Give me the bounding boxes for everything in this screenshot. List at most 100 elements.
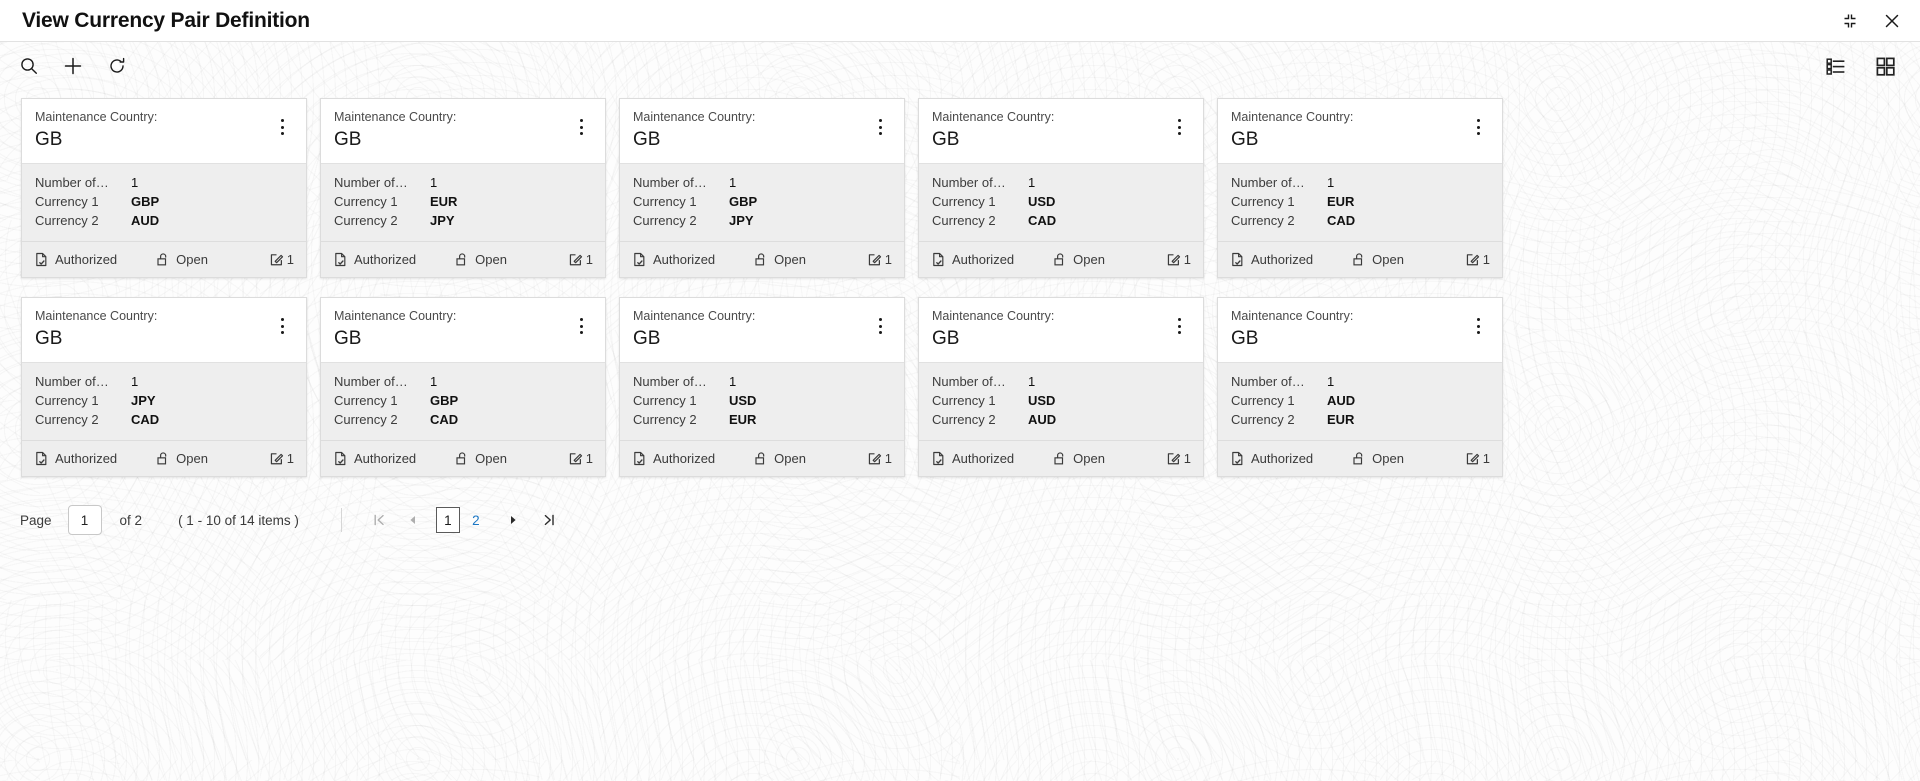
- document-check-icon: [335, 253, 346, 267]
- more-options-button[interactable]: [1467, 114, 1489, 140]
- record-lock-status[interactable]: Open: [1351, 451, 1404, 466]
- currency-pair-card[interactable]: Maintenance Country: GB Number of… 1 Currenc…: [21, 297, 307, 478]
- record-lock-status[interactable]: Open: [1052, 252, 1105, 267]
- more-options-icon: [280, 119, 284, 122]
- currency-pair-card[interactable]: Maintenance Country: GB Number of… 1 Currenc…: [1217, 98, 1503, 279]
- record-lock-status-label: Open: [176, 252, 208, 268]
- more-options-button[interactable]: [1168, 114, 1190, 140]
- more-options-button[interactable]: [570, 114, 592, 140]
- field-label: Currency 2: [334, 212, 398, 228]
- page-number-input[interactable]: [67, 505, 102, 536]
- modification-number[interactable]: 1: [867, 252, 892, 267]
- authorization-status[interactable]: Authorized: [34, 252, 117, 267]
- refresh-button[interactable]: [100, 49, 134, 83]
- card-header: Maintenance Country: GB: [22, 99, 306, 164]
- collapse-button[interactable]: [1836, 7, 1864, 35]
- card-header: Maintenance Country: GB: [919, 298, 1203, 363]
- authorization-status[interactable]: Authorized: [632, 451, 715, 466]
- currency-pair-card[interactable]: Maintenance Country: GB Number of… 1 Currenc…: [619, 98, 905, 279]
- search-button[interactable]: [12, 49, 46, 83]
- modification-number[interactable]: 1: [269, 252, 294, 267]
- modification-number[interactable]: 1: [269, 451, 294, 466]
- card-header: Maintenance Country: GB: [919, 99, 1203, 164]
- card-header-label: Maintenance Country:: [35, 110, 158, 124]
- authorization-status[interactable]: Authorized: [632, 252, 715, 267]
- tile-view-button[interactable]: [1868, 49, 1902, 83]
- unlocked-padlock-icon: [755, 253, 765, 266]
- modification-number[interactable]: 1: [568, 451, 593, 466]
- record-lock-status[interactable]: Open: [454, 451, 507, 466]
- record-lock-status[interactable]: Open: [1052, 451, 1105, 466]
- field-currency-1: Currency 1 GBP: [334, 392, 592, 411]
- list-view-button[interactable]: [1818, 49, 1852, 83]
- record-lock-status[interactable]: Open: [753, 451, 806, 466]
- currency-pair-card[interactable]: Maintenance Country: GB Number of… 1 Currenc…: [619, 297, 905, 478]
- field-currency-2: Currency 2 JPY: [334, 212, 592, 231]
- field-label: Currency 2: [932, 411, 996, 427]
- modification-number[interactable]: 1: [1465, 252, 1490, 267]
- currency-pair-card[interactable]: Maintenance Country: GB Number of… 1 Currenc…: [918, 98, 1204, 279]
- authorization-status[interactable]: Authorized: [1230, 252, 1313, 267]
- close-button[interactable]: [1878, 7, 1906, 35]
- authorization-status[interactable]: Authorized: [1230, 451, 1313, 466]
- currency-pair-card[interactable]: Maintenance Country: GB Number of… 1 Currenc…: [320, 297, 606, 478]
- more-options-button[interactable]: [869, 313, 891, 339]
- record-lock-status[interactable]: Open: [753, 252, 806, 267]
- add-button[interactable]: [56, 49, 90, 83]
- authorization-status[interactable]: Authorized: [931, 252, 1014, 267]
- field-label: Currency 1: [35, 393, 99, 409]
- more-options-icon: [1177, 119, 1181, 122]
- page-button-1[interactable]: 1: [435, 507, 460, 534]
- field-label: Number of…: [633, 374, 707, 390]
- next-page-button[interactable]: [500, 507, 526, 533]
- currency-pair-card[interactable]: Maintenance Country: GB Number of… 1 Currenc…: [1217, 297, 1503, 478]
- currency-pair-card[interactable]: Maintenance Country: GB Number of… 1 Currenc…: [21, 98, 307, 279]
- modification-number[interactable]: 1: [1166, 451, 1191, 466]
- record-lock-status[interactable]: Open: [155, 252, 208, 267]
- more-options-button[interactable]: [271, 114, 293, 140]
- record-lock-status[interactable]: Open: [454, 252, 507, 267]
- document-check-icon: [634, 452, 645, 466]
- record-lock-status-label: Open: [475, 451, 507, 467]
- edit-square-icon: [270, 254, 283, 266]
- field-label: Currency 2: [35, 212, 99, 228]
- more-options-button[interactable]: [1467, 313, 1489, 339]
- currency-pair-card[interactable]: Maintenance Country: GB Number of… 1 Currenc…: [918, 297, 1204, 478]
- prev-page-button[interactable]: [400, 507, 426, 533]
- document-check-icon: [335, 452, 346, 466]
- more-options-button[interactable]: [570, 313, 592, 339]
- window-controls: [1836, 7, 1906, 35]
- modification-number[interactable]: 1: [1166, 252, 1191, 267]
- first-page-button[interactable]: [366, 507, 392, 533]
- more-options-icon: [280, 318, 284, 322]
- modification-number[interactable]: 1: [1465, 451, 1490, 466]
- record-lock-status[interactable]: Open: [1351, 252, 1404, 267]
- page-button-2[interactable]: 2: [464, 507, 488, 533]
- field-label: Currency 1: [35, 193, 99, 209]
- field-label: Currency 2: [633, 411, 697, 427]
- authorization-status[interactable]: Authorized: [333, 252, 416, 267]
- field-value: 1: [1028, 175, 1036, 191]
- prev-page-icon: [410, 516, 415, 525]
- currency-pair-card[interactable]: Maintenance Country: GB Number of… 1 Currenc…: [320, 98, 606, 279]
- authorization-status[interactable]: Authorized: [931, 451, 1014, 466]
- modification-number-label: 1: [884, 252, 892, 268]
- field-value: EUR: [729, 411, 757, 427]
- card-body: Number of… 1 Currency 1 GBP Currency 2 AUD: [22, 163, 306, 242]
- document-check-icon: [933, 452, 944, 466]
- modification-number[interactable]: 1: [568, 252, 593, 267]
- more-options-button[interactable]: [1168, 313, 1190, 339]
- record-lock-status-label: Open: [1073, 252, 1105, 268]
- modification-number-label: 1: [585, 451, 593, 467]
- modification-number[interactable]: 1: [867, 451, 892, 466]
- modification-number-label: 1: [1183, 252, 1191, 268]
- more-options-button[interactable]: [869, 114, 891, 140]
- record-lock-status[interactable]: Open: [155, 451, 208, 466]
- more-options-button[interactable]: [271, 313, 293, 339]
- authorization-status[interactable]: Authorized: [34, 451, 117, 466]
- field-label: Number of…: [35, 175, 109, 191]
- modification-number-label: 1: [884, 451, 892, 467]
- pagination-divider: [340, 508, 342, 533]
- last-page-button[interactable]: [536, 507, 562, 533]
- authorization-status[interactable]: Authorized: [333, 451, 416, 466]
